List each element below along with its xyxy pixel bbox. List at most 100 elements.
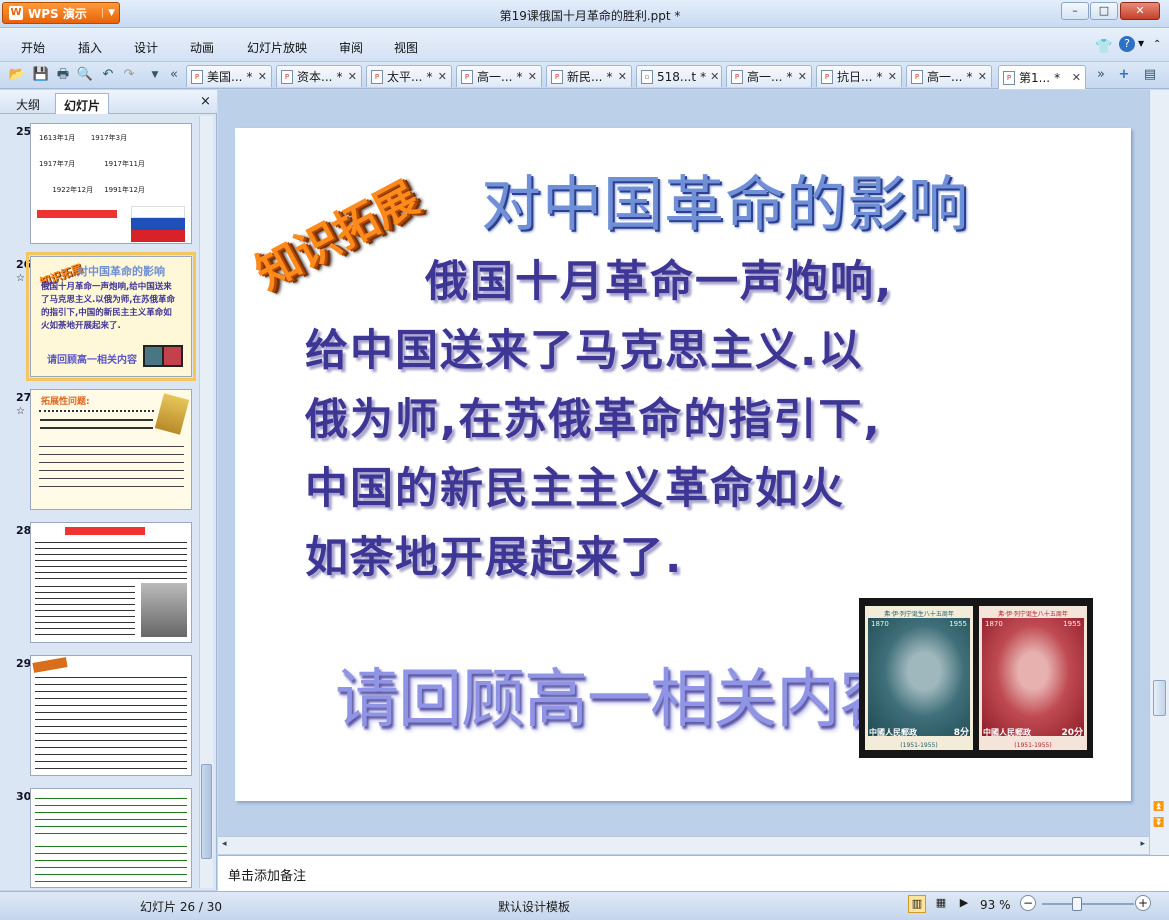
thumb-title-bar xyxy=(65,527,145,535)
slideshow-view-icon[interactable]: ▶ xyxy=(955,895,973,913)
menu-review[interactable]: 审阅 xyxy=(339,39,363,56)
close-tab-icon[interactable]: ✕ xyxy=(798,70,807,83)
close-icon[interactable]: × xyxy=(200,94,211,109)
normal-view-icon[interactable]: ▥ xyxy=(908,895,926,913)
book-image xyxy=(154,393,190,435)
lenin-stamps-image[interactable]: 弗·伊·列宁诞生八十五周年 1870 1955 中國人民郵政 8分 (1951-… xyxy=(859,598,1093,758)
undo-icon[interactable]: ↶ xyxy=(99,66,117,84)
restore-button[interactable]: □ xyxy=(1090,2,1118,20)
open-folder-icon[interactable]: 📂 xyxy=(8,66,26,84)
slide-thumbnail-26[interactable]: 知识拓展 对中国革命的影响 俄国十月革命一声炮响,给中国送来了马克思主义.以俄为… xyxy=(26,252,196,381)
slide-title[interactable]: 对中国革命的影响 xyxy=(481,156,969,243)
close-tab-icon[interactable]: ✕ xyxy=(888,70,897,83)
skin-icon[interactable]: 👕 xyxy=(1095,39,1112,55)
close-tab-icon[interactable]: ✕ xyxy=(710,70,719,83)
scrollbar-thumb[interactable] xyxy=(1153,680,1166,716)
slide-body[interactable]: 俄国十月革命一声炮响, 给中国送来了马克思主义.以 俄为师,在苏俄革命的指引下,… xyxy=(305,248,1095,593)
zoom-in-icon[interactable]: + xyxy=(1135,895,1151,911)
stamps-thumb-image xyxy=(143,345,183,367)
scrollbar-thumb[interactable] xyxy=(201,764,212,859)
canvas-vertical-scrollbar[interactable]: ⏫ ⏬ xyxy=(1149,90,1169,855)
panel-scrollbar[interactable] xyxy=(199,116,213,888)
previous-slide-icon[interactable]: ⏫ xyxy=(1153,802,1164,812)
doc-tab[interactable]: P 太平... * ✕ xyxy=(366,65,452,87)
ppt-file-icon: P xyxy=(821,69,833,84)
highlight-bar xyxy=(37,210,117,218)
collapse-ribbon-icon[interactable]: ⌃ xyxy=(1153,39,1161,50)
close-tab-icon[interactable]: ✕ xyxy=(978,70,987,83)
close-tab-icon[interactable]: ✕ xyxy=(528,70,537,83)
tab-outline[interactable]: 大纲 xyxy=(8,93,48,114)
thumb-title: 对中国革命的影响 xyxy=(77,265,165,278)
scroll-tabs-left-icon[interactable]: « xyxy=(165,66,183,84)
lenin-portrait xyxy=(868,618,970,736)
redo-icon[interactable]: ↷ xyxy=(120,66,138,84)
notes-placeholder[interactable]: 单击添加备注 xyxy=(228,865,306,884)
slide-thumbnail-30[interactable] xyxy=(30,788,192,888)
doc-tab[interactable]: P 高一... * ✕ xyxy=(726,65,812,87)
scroll-left-icon[interactable]: ◂ xyxy=(222,839,227,849)
menu-insert[interactable]: 插入 xyxy=(78,39,102,56)
help-icon[interactable]: ? xyxy=(1119,36,1135,52)
zoom-slider[interactable] xyxy=(1042,903,1134,905)
tab-list-icon[interactable]: ▤ xyxy=(1141,66,1159,84)
chevron-down-icon[interactable]: ▼ xyxy=(1138,39,1144,48)
ppt-file-icon: P xyxy=(191,69,203,84)
close-tab-icon[interactable]: ✕ xyxy=(258,70,267,83)
scroll-right-icon[interactable]: ▸ xyxy=(1140,839,1145,849)
stamp-8fen: 弗·伊·列宁诞生八十五周年 1870 1955 中國人民郵政 8分 (1951-… xyxy=(865,606,973,750)
tab-slides[interactable]: 幻灯片 xyxy=(55,93,110,114)
new-tab-icon[interactable]: + xyxy=(1115,66,1133,84)
thumb-body: 俄国十月革命一声炮响,给中国送来了马克思主义.以俄为师,在苏俄革命的指引下,中国… xyxy=(41,282,175,331)
next-slide-icon[interactable]: ⏬ xyxy=(1153,818,1164,828)
russian-flag-image xyxy=(131,206,185,242)
doc-tab[interactable]: P 高一... * ✕ xyxy=(906,65,992,87)
slide-sorter-view-icon[interactable]: ▦ xyxy=(932,895,950,913)
save-icon[interactable]: 💾 xyxy=(32,66,50,84)
menu-home[interactable]: 开始 xyxy=(21,39,45,56)
ppt-file-icon: P xyxy=(1003,70,1015,85)
thumb-subtitle: 请回顾高一相关内容 xyxy=(47,355,137,366)
close-tab-icon[interactable]: ✕ xyxy=(348,70,357,83)
slide-thumbnail-29[interactable] xyxy=(30,655,192,776)
close-tab-icon[interactable]: ✕ xyxy=(618,70,627,83)
ppt-file-icon: P xyxy=(551,69,563,84)
doc-tab[interactable]: P 高一... * ✕ xyxy=(456,65,542,87)
notes-pane[interactable]: 单击添加备注 xyxy=(218,855,1169,891)
star-icon: ☆ xyxy=(16,273,25,284)
slide-thumbnail-27[interactable]: 拓展性问题: xyxy=(30,389,192,510)
slide-subtitle[interactable]: 请回顾高一相关内容 xyxy=(335,648,903,740)
menu-view[interactable]: 视图 xyxy=(394,39,418,56)
menu-design[interactable]: 设计 xyxy=(134,39,158,56)
quick-access-dropdown-icon[interactable]: ▼ xyxy=(146,66,164,84)
canvas-horizontal-scrollbar[interactable]: ◂ ▸ xyxy=(218,836,1149,854)
print-icon[interactable]: 🖶 xyxy=(54,66,72,84)
lenin-portrait xyxy=(982,618,1084,736)
close-button[interactable]: ✕ xyxy=(1120,2,1160,20)
menu-slideshow[interactable]: 幻灯片放映 xyxy=(247,39,307,56)
doc-tab-active[interactable]: P 第1... * ✕ xyxy=(998,65,1086,89)
zoom-slider-handle[interactable] xyxy=(1072,897,1082,911)
doc-tab[interactable]: ▫ 518...t * ✕ xyxy=(636,65,722,87)
slides-panel: 大纲 幻灯片 × 25 1613年1月 1917年3月 1917年7月 1917年… xyxy=(0,90,217,890)
print-preview-icon[interactable]: 🔍 xyxy=(76,66,94,84)
document-tab-bar: 📂 💾 🖶 🔍 ↶ ↷ ▼ « P 美国... * ✕ P 资本... * ✕ P 太平...… xyxy=(0,62,1169,89)
menu-animation[interactable]: 动画 xyxy=(190,39,214,56)
zoom-out-icon[interactable]: − xyxy=(1020,895,1036,911)
scroll-tabs-right-icon[interactable]: » xyxy=(1092,66,1110,84)
text-lines xyxy=(35,674,187,770)
ppt-file-icon: P xyxy=(911,69,923,84)
minimize-button[interactable]: – xyxy=(1061,2,1089,20)
slide-thumbnail-28[interactable] xyxy=(30,522,192,643)
slide-thumbnail-25[interactable]: 1613年1月 1917年3月 1917年7月 1917年11月 1922年12月… xyxy=(30,123,192,244)
body-line: 俄为师,在苏俄革命的指引下, xyxy=(305,395,882,445)
doc-tab[interactable]: P 新民... * ✕ xyxy=(546,65,632,87)
doc-tab[interactable]: P 抗日... * ✕ xyxy=(816,65,902,87)
current-slide[interactable]: 知识拓展 对中国革命的影响 俄国十月革命一声炮响, 给中国送来了马克思主义.以 … xyxy=(235,128,1131,801)
wordart-thumb xyxy=(32,657,68,673)
doc-tab[interactable]: P 资本... * ✕ xyxy=(276,65,362,87)
file-icon: ▫ xyxy=(641,69,653,84)
close-tab-icon[interactable]: ✕ xyxy=(1072,71,1081,84)
close-tab-icon[interactable]: ✕ xyxy=(438,70,447,83)
doc-tab[interactable]: P 美国... * ✕ xyxy=(186,65,272,87)
